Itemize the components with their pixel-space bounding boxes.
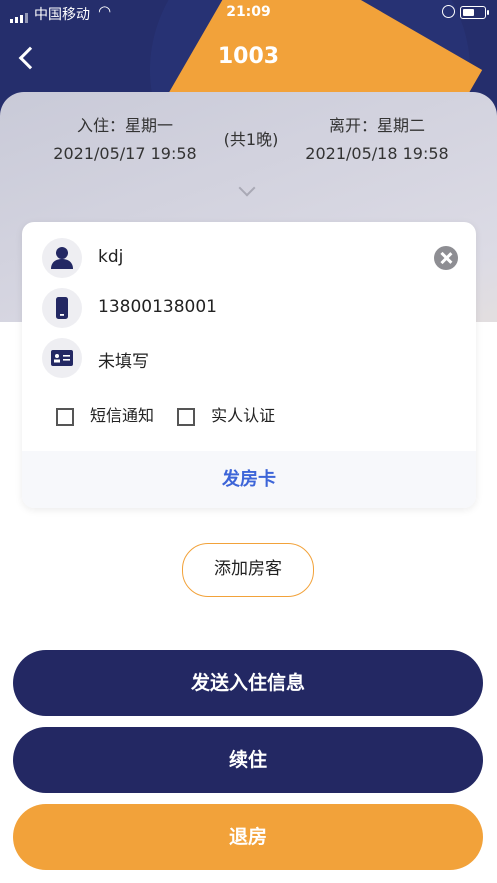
guest-id-card: 未填写	[98, 352, 149, 372]
checkin-time: 2021/05/17 19:58	[53, 144, 197, 163]
checkbox-icon	[177, 407, 196, 426]
guest-id-row[interactable]: 未填写	[42, 338, 462, 378]
expand-chevron-icon[interactable]	[238, 179, 256, 197]
orientation-lock-icon	[442, 5, 455, 18]
options: 短信通知 实人认证	[56, 402, 275, 426]
sms-notify-checkbox[interactable]: 短信通知	[56, 402, 154, 426]
guest-name: kdj	[98, 247, 124, 267]
add-guest-button[interactable]: 添加房客	[182, 543, 314, 597]
checkbox-icon	[56, 407, 74, 426]
sms-notify-label: 短信通知	[90, 406, 155, 425]
send-checkin-button[interactable]: 发送入住信息	[13, 650, 483, 716]
realname-auth-checkbox[interactable]: 实人认证	[177, 402, 275, 426]
status-bar: 中国移动 ◠ 21:09	[0, 0, 497, 26]
person-icon	[42, 238, 82, 278]
guest-name-row[interactable]: kdj	[42, 238, 462, 278]
page-title: 1003	[217, 44, 280, 69]
stay-dates: 入住：星期一 2021/05/17 19:58 (共1晚) 离开：星期二 202…	[0, 112, 497, 172]
id-card-icon	[42, 338, 82, 378]
issue-card-button[interactable]: 发房卡	[22, 451, 476, 508]
nights-count: (共1晚)	[223, 130, 279, 149]
checkin-label: 入住：星期一	[76, 116, 173, 135]
nav-bar: 1003	[0, 36, 497, 80]
realname-auth-label: 实人认证	[211, 406, 276, 425]
guest-card: kdj 13800138001 未填写 短信通知 实人认证 发房卡	[22, 222, 476, 508]
guest-phone: 13800138001	[98, 297, 217, 317]
battery-icon	[460, 6, 489, 19]
checkout-block: 离开：星期二 2021/05/18 19:58	[292, 112, 462, 168]
checkout-label: 离开：星期二	[328, 116, 425, 135]
phone-icon	[42, 288, 82, 328]
checkout-button[interactable]: 退房	[13, 804, 483, 870]
checkout-time: 2021/05/18 19:58	[305, 144, 449, 163]
extend-stay-button[interactable]: 续住	[13, 727, 483, 793]
guest-phone-row[interactable]: 13800138001	[42, 288, 462, 328]
clock: 21:09	[226, 4, 271, 20]
checkin-block: 入住：星期一 2021/05/17 19:58	[40, 112, 210, 168]
clear-icon[interactable]	[434, 246, 458, 270]
